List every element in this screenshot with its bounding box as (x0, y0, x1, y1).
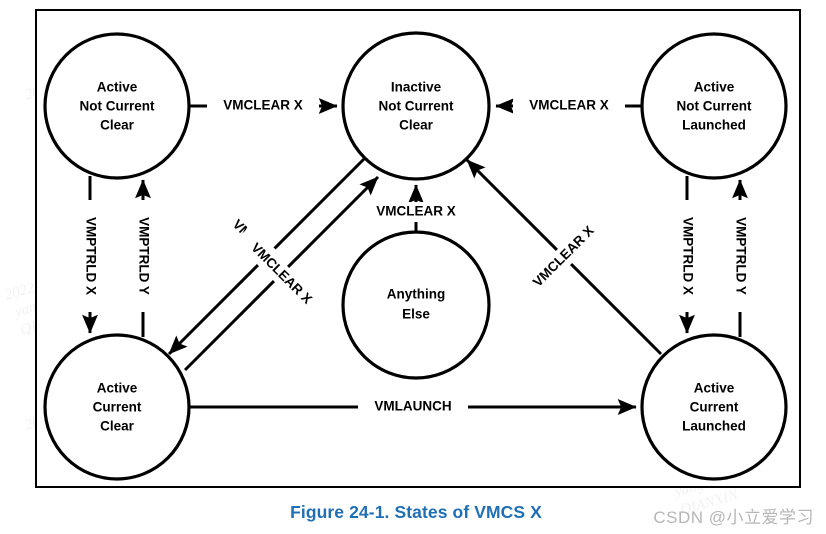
state-circle[interactable] (341, 230, 491, 380)
state-label-line: Active (97, 80, 138, 95)
state-active-not-current-clear[interactable]: Active Not Current Clear (43, 32, 191, 180)
state-label-line: Anything (387, 287, 446, 302)
transition-label: VMCLEAR X (376, 204, 456, 219)
state-label-line: Active (694, 80, 735, 95)
state-label-line: Else (402, 307, 430, 322)
state-diagram: 2022-04-21 yangli102 QIANXIN 2022-04-21 … (3, 9, 801, 522)
figure-container: 2022-04-21 yangli102 QIANXIN 2022-04-21 … (0, 0, 826, 534)
state-label-line: Launched (682, 419, 746, 434)
transition-label: VMCLEAR X (529, 98, 609, 113)
state-label-line: Not Current (379, 99, 454, 114)
state-label-line: Clear (100, 419, 135, 434)
transition-vmclear-anc-to-inc: VMCLEAR X (190, 96, 338, 116)
state-label-line: Not Current (80, 99, 155, 114)
figure-caption: Figure 24-1. States of VMCS X (290, 502, 542, 522)
transition-label: VMPTRLD Y (136, 217, 151, 295)
state-active-current-launched[interactable]: Active Current Launched (640, 333, 788, 481)
transition-vmclear-anl-to-inc: VMCLEAR X (495, 96, 641, 116)
transition-label: VMLAUNCH (374, 399, 451, 414)
state-label-line: Current (690, 400, 739, 415)
csdn-watermark: CSDN @小立爱学习 (653, 508, 814, 527)
transition-label: VMPTRLD X (680, 217, 695, 295)
state-anything-else[interactable]: Anything Else (341, 230, 491, 380)
state-label-line: Clear (399, 118, 434, 133)
transition-label: VMPTRLD X (83, 217, 98, 295)
state-label-line: Active (97, 381, 138, 396)
state-label-line: Launched (682, 118, 746, 133)
state-label-line: Active (694, 381, 735, 396)
state-label-line: Clear (100, 118, 135, 133)
state-label-line: Current (93, 400, 142, 415)
state-label-line: Not Current (677, 99, 752, 114)
state-inactive-not-current-clear[interactable]: Inactive Not Current Clear (341, 31, 491, 181)
transition-label: VMPTRLD Y (733, 217, 748, 295)
state-active-not-current-launched[interactable]: Active Not Current Launched (640, 32, 788, 180)
state-label-line: Inactive (391, 80, 442, 95)
transition-label: VMCLEAR X (223, 98, 303, 113)
state-active-current-clear[interactable]: Active Current Clear (43, 333, 191, 481)
